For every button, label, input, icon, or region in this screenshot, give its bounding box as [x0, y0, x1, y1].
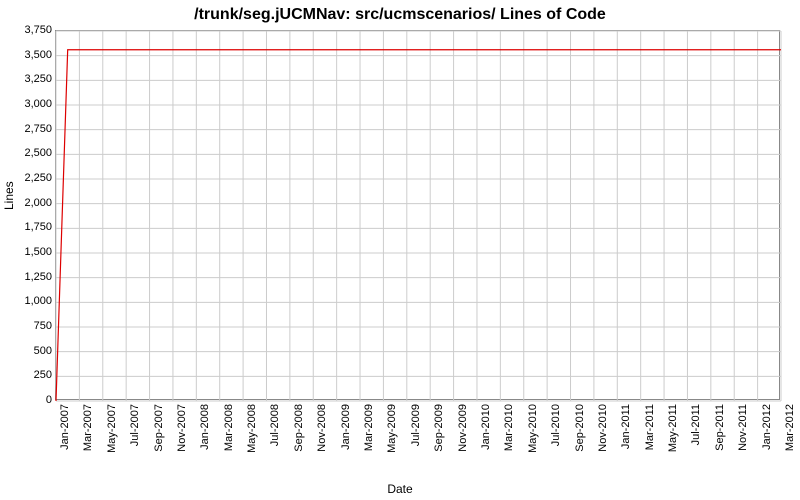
x-tick: Sep-2007	[153, 404, 165, 452]
x-tick: Nov-2011	[737, 404, 749, 451]
x-tick: May-2010	[527, 404, 539, 453]
x-tick: Nov-2009	[457, 404, 469, 452]
x-tick: Jul-2011	[690, 404, 702, 445]
x-tick: Mar-2010	[503, 404, 515, 451]
y-tick: 3,500	[6, 49, 52, 61]
x-tick: Jan-2007	[59, 404, 71, 450]
x-tick: Jul-2009	[410, 404, 422, 446]
y-tick: 3,750	[6, 24, 52, 36]
x-tick: Mar-2011	[644, 404, 656, 450]
y-tick: 3,000	[6, 98, 52, 110]
x-tick: May-2009	[386, 404, 398, 453]
y-tick: 3,250	[6, 73, 52, 85]
x-tick: Nov-2010	[597, 404, 609, 452]
x-tick: Sep-2010	[574, 404, 586, 452]
y-tick: 1,000	[6, 295, 52, 307]
y-tick: 1,750	[6, 221, 52, 233]
chart-title: /trunk/seg.jUCMNav: src/ucmscenarios/ Li…	[0, 6, 800, 24]
x-tick: Jan-2008	[199, 404, 211, 450]
x-tick: Jan-2011	[620, 404, 632, 449]
x-tick: Jan-2009	[340, 404, 352, 450]
x-tick: Jul-2010	[550, 404, 562, 446]
x-tick: Sep-2009	[433, 404, 445, 452]
y-tick: 250	[6, 369, 52, 381]
x-tick: Jul-2008	[269, 404, 281, 446]
x-tick: Jan-2010	[480, 404, 492, 450]
x-tick: May-2008	[246, 404, 258, 453]
x-axis-label: Date	[0, 482, 800, 496]
x-tick: Mar-2012	[784, 404, 796, 451]
y-tick: 2,000	[6, 197, 52, 209]
y-tick: 1,500	[6, 246, 52, 258]
y-tick: 0	[6, 394, 52, 406]
x-tick: Mar-2009	[363, 404, 375, 451]
plot-area	[55, 30, 780, 400]
plot-svg	[56, 31, 781, 401]
x-tick: Jan-2012	[761, 404, 773, 450]
x-tick: Sep-2008	[293, 404, 305, 452]
x-tick: Jul-2007	[129, 404, 141, 446]
y-tick: 750	[6, 320, 52, 332]
x-tick: May-2011	[667, 404, 679, 452]
x-tick: May-2007	[106, 404, 118, 453]
series-line	[56, 50, 781, 401]
x-tick: Mar-2008	[223, 404, 235, 451]
y-tick: 2,250	[6, 172, 52, 184]
x-tick: Nov-2008	[316, 404, 328, 452]
x-tick: Sep-2011	[714, 404, 726, 451]
y-tick: 2,750	[6, 123, 52, 135]
y-tick: 500	[6, 345, 52, 357]
x-tick: Mar-2007	[82, 404, 94, 451]
line-chart: /trunk/seg.jUCMNav: src/ucmscenarios/ Li…	[0, 0, 800, 500]
x-tick: Nov-2007	[176, 404, 188, 452]
y-tick: 1,250	[6, 271, 52, 283]
y-tick: 2,500	[6, 147, 52, 159]
